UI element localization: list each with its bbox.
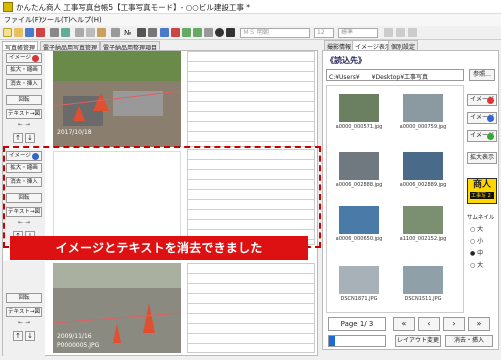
italic-icon[interactable] (396, 28, 405, 37)
zoom-icon[interactable] (204, 28, 213, 37)
photo-date: 2017/10/18 (57, 129, 92, 136)
erase-insert-button[interactable]: 消去・挿入 (445, 335, 493, 347)
underline-icon[interactable] (408, 28, 417, 37)
progress-fill (329, 336, 335, 346)
copy-icon[interactable] (86, 28, 95, 37)
layout-change-button[interactable]: レイアウト変更 (395, 335, 441, 347)
image-button-red[interactable]: イメージ (467, 94, 497, 106)
thumbnail[interactable]: DSCN1871.JPG (335, 266, 383, 302)
move-down-button[interactable]: ↓ (25, 133, 35, 143)
image-button-green[interactable]: イメージ (467, 130, 497, 142)
window-title: かんたん商人 工事写真台帳5【工事写真モード】- ○○ビル建設工事 * (16, 3, 250, 12)
thumbnail[interactable]: a1100_002152.jpg (399, 206, 447, 242)
image-dot-icon (32, 55, 39, 62)
move-icon[interactable] (226, 28, 235, 37)
block-controls: 回転 テキスト→図 ← → ↑ ↓ (3, 261, 45, 357)
blue-dot-icon (487, 115, 494, 122)
size-radio-medium[interactable]: ● 中 (470, 248, 483, 257)
new-icon[interactable] (3, 28, 12, 37)
align-icon[interactable] (148, 28, 157, 37)
arrow-left-icon[interactable] (182, 28, 191, 37)
photo-1[interactable]: 2017/10/18 (53, 51, 181, 147)
text-to-image-button[interactable]: テキスト→図 (6, 109, 42, 119)
load-source-header: 《読込先》 (326, 56, 366, 65)
menu-help[interactable]: ヘルプ(H) (70, 15, 102, 25)
next-page-button[interactable]: › (443, 317, 465, 331)
thumbnail-grid: a0000_000571.jpg a0000_000759.jpg a0006_… (326, 85, 464, 313)
size-radio-large[interactable]: ○ 大 (470, 224, 483, 233)
swap-arrows-icon[interactable]: ← → (6, 319, 42, 329)
thumbnail[interactable]: a0006_002888.jpg (335, 152, 383, 188)
image-tool-icon[interactable] (160, 28, 169, 37)
erase-insert-button[interactable]: 消去・挿入 (6, 79, 42, 89)
thumbnail[interactable]: a0000_000571.jpg (335, 94, 383, 130)
delete-icon[interactable] (171, 28, 180, 37)
settings-icon[interactable] (215, 28, 224, 37)
text-to-image-button[interactable]: テキスト→図 (6, 307, 42, 317)
move-down-button[interactable]: ↓ (25, 331, 35, 341)
open-icon[interactable] (14, 28, 23, 37)
expand-button[interactable]: 拡大・縮画 (6, 65, 42, 75)
save-icon[interactable] (25, 28, 34, 37)
prev-page-button[interactable]: ‹ (418, 317, 440, 331)
text-area-1[interactable] (187, 51, 315, 147)
text-area-3[interactable] (187, 263, 315, 353)
size-radio-xlarge[interactable]: ○ 大 (470, 260, 483, 269)
image-button-blue[interactable]: イメージ (467, 112, 497, 124)
red-dot-icon (487, 97, 494, 104)
search-icon[interactable] (111, 28, 120, 37)
print-icon[interactable] (50, 28, 59, 37)
progress-bar (328, 335, 386, 347)
page-indicator: Page 1/ 3 (328, 317, 386, 331)
image-button[interactable]: イメージ (6, 53, 42, 63)
font-name-select[interactable]: ＭＳ 明朝 (240, 28, 310, 38)
success-banner: イメージとテキストを消去できました (10, 236, 308, 260)
font-size-select[interactable]: 12 (314, 28, 334, 38)
move-up-button[interactable]: ↑ (13, 133, 23, 143)
thumbnail[interactable]: a0000_000759.jpg (399, 94, 447, 130)
menu-bar: ファイル(F) ツール(T) ヘルプ(H) (0, 14, 501, 26)
bold-icon[interactable] (384, 28, 393, 37)
layout-select[interactable]: 標準 (338, 28, 378, 38)
swap-arrows-icon[interactable]: ← → (6, 121, 42, 131)
green-dot-icon (487, 133, 494, 140)
path-input[interactable]: C:¥Users¥ ¥Desktop¥工事写真 (326, 69, 464, 81)
size-radio-small[interactable]: ○ 小 (470, 236, 483, 245)
first-page-button[interactable]: « (393, 317, 415, 331)
block-controls: イメージ 拡大・縮画 消去・挿入 回転 テキスト→図 ← → ↑ ↓ (3, 51, 45, 147)
thumbnail[interactable]: a0006_002889.jpg (399, 152, 447, 188)
rotate-button[interactable]: 回転 (6, 293, 42, 303)
thumbnail-size-label: サムネイル (467, 215, 495, 221)
photo-date: 2009/11/16 (57, 333, 92, 340)
paste-icon[interactable] (97, 28, 106, 37)
last-page-button[interactable]: » (468, 317, 490, 331)
app-icon (3, 2, 13, 12)
title-bar: かんたん商人 工事写真台帳5【工事写真モード】- ○○ビル建設工事 * (0, 0, 501, 14)
pdf-icon[interactable] (36, 28, 45, 37)
zoom-view-button[interactable]: 拡大表示 (467, 152, 497, 164)
thumbnail[interactable]: a0006_000650.jpg (335, 206, 383, 242)
photo-filename: P0000005.JPG (57, 342, 100, 349)
rotate-button[interactable]: 回転 (6, 95, 42, 105)
menu-tools[interactable]: ツール(T) (40, 15, 71, 25)
number-icon[interactable]: № (124, 29, 131, 37)
highlight-frame (3, 146, 321, 248)
app-logo: 商人 工事写 2 (467, 178, 497, 204)
toolbar: № ＭＳ 明朝 12 標準 (0, 26, 501, 40)
preview-icon[interactable] (61, 28, 70, 37)
thumbnail[interactable]: DSCN1511.JPG (399, 266, 447, 302)
move-up-button[interactable]: ↑ (13, 331, 23, 341)
menu-file[interactable]: ファイル(F) (4, 15, 42, 25)
ref-button[interactable]: 参照... (469, 69, 495, 81)
arrow-right-icon[interactable] (193, 28, 202, 37)
cut-icon[interactable] (75, 28, 84, 37)
photo-3[interactable]: 2009/11/16 P0000005.JPG (53, 263, 181, 353)
sort-icon[interactable] (137, 28, 146, 37)
